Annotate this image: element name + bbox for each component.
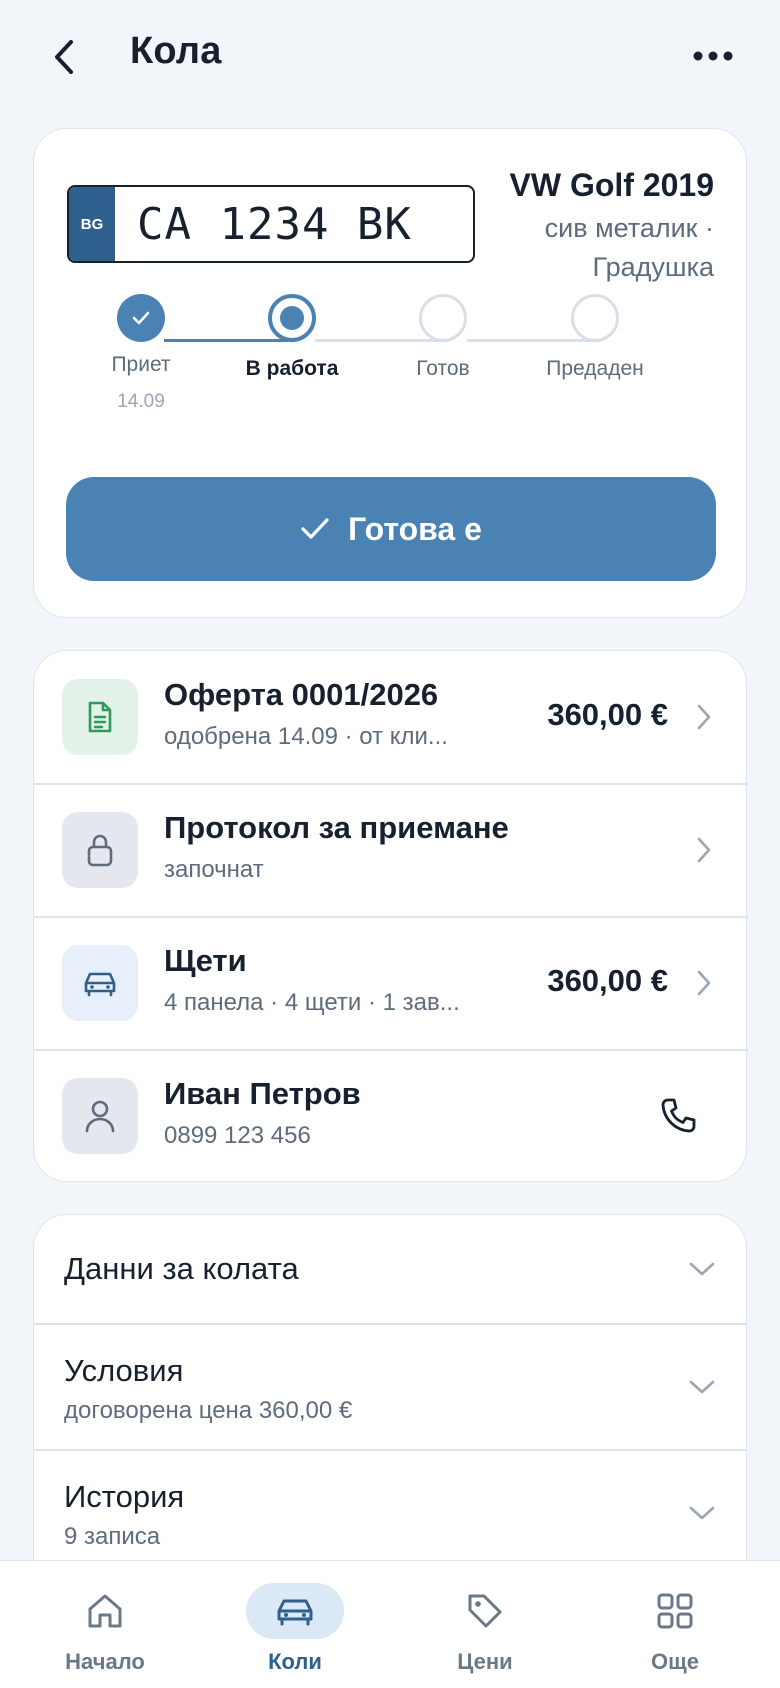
step-circle-pending [419, 294, 467, 342]
customer-phone: 0899 123 456 [164, 1122, 311, 1149]
details-list-card: Оферта 0001/2026 одобрена 14.09 · от кли… [33, 650, 748, 1182]
accordion-car-data[interactable]: Данни за колата [34, 1215, 746, 1323]
accordion-subtitle: договорена цена 360,00 € [64, 1397, 353, 1424]
chevron-right-icon [692, 701, 716, 733]
check-icon [301, 518, 329, 539]
customer-row[interactable]: Иван Петров 0899 123 456 [34, 1050, 748, 1182]
car-color-line: сив металик · [544, 213, 714, 243]
step-connector-pending [315, 339, 447, 342]
customer-icon-tile [62, 1078, 138, 1154]
damages-row[interactable]: Щети 4 панела · 4 щети · 1 зав... 360,00… [34, 917, 748, 1049]
mark-ready-label: Готова е [348, 510, 482, 547]
tab-label: Коли [268, 1649, 322, 1674]
chevron-right-icon [692, 834, 716, 866]
step-circle-done [117, 294, 165, 342]
damages-amount: 360,00 € [547, 963, 668, 998]
step-circle-current [268, 294, 316, 342]
protocol-subtitle: започнат [164, 856, 264, 883]
home-icon [88, 1594, 122, 1628]
plate-number: CA 1234 BK [137, 198, 412, 250]
accordion-card: Данни за колата Условия договорена цена … [33, 1214, 747, 1574]
document-icon [88, 701, 112, 733]
damages-icon-tile [62, 945, 138, 1021]
more-options-button[interactable] [688, 36, 738, 76]
car-icon [277, 1599, 313, 1626]
chevron-right-icon [692, 967, 716, 999]
step-circle-pending [571, 294, 619, 342]
car-details: сив металик · Градушка [454, 209, 714, 287]
offer-amount: 360,00 € [547, 697, 668, 732]
tab-prices[interactable]: Цени [390, 1561, 580, 1688]
accordion-terms[interactable]: Условия договорена цена 360,00 € [34, 1325, 746, 1449]
lock-icon [87, 834, 113, 867]
tab-icon-container [626, 1583, 724, 1639]
damages-subtitle: 4 панела · 4 щети · 1 зав... [164, 989, 460, 1016]
step-connector-done [164, 339, 295, 342]
tab-home[interactable]: Начало [10, 1561, 200, 1688]
step-date: 14.09 [117, 391, 165, 412]
accordion-title: Условия [64, 1353, 184, 1388]
intake-protocol-row[interactable]: Протокол за приемане започнат [34, 784, 748, 916]
license-plate: BG CA 1234 BK [67, 185, 475, 263]
tab-cars[interactable]: Коли [200, 1561, 390, 1688]
damages-title: Щети [164, 943, 247, 978]
tab-icon-container [436, 1583, 534, 1639]
tab-label: Цени [457, 1649, 513, 1674]
mark-ready-button[interactable]: Готова е [66, 477, 716, 581]
vehicle-status-card: BG CA 1234 BK VW Golf 2019 сив металик ·… [33, 128, 747, 618]
tab-icon-container [56, 1583, 154, 1639]
chevron-left-icon [55, 40, 73, 74]
chevron-down-icon [686, 1375, 718, 1399]
customer-name: Иван Петров [164, 1076, 361, 1111]
accordion-title: Данни за колата [64, 1251, 299, 1286]
accordion-history[interactable]: История 9 записа [34, 1451, 746, 1574]
car-icon [84, 972, 116, 997]
step-connector-pending [467, 339, 598, 342]
plate-country-code: BG [69, 187, 115, 261]
offer-subtitle: одобрена 14.09 · от кли... [164, 723, 448, 750]
check-icon [132, 311, 150, 325]
accordion-subtitle: 9 записа [64, 1523, 161, 1550]
more-horizontal-icon [693, 51, 733, 61]
bottom-tab-bar: Начало Коли Цени Още [0, 1560, 780, 1688]
call-button[interactable] [656, 1094, 700, 1138]
protocol-title: Протокол за приемане [164, 810, 509, 845]
step-label: Предаден [546, 357, 644, 380]
tab-label: Още [651, 1649, 699, 1674]
accordion-title: История [64, 1479, 185, 1514]
tab-more[interactable]: Още [580, 1561, 770, 1688]
protocol-icon-tile [62, 812, 138, 888]
page-title: Кола [130, 30, 222, 72]
back-button[interactable] [44, 34, 84, 80]
app-header: Кола [0, 0, 780, 118]
user-icon [85, 1100, 115, 1133]
offer-title: Оферта 0001/2026 [164, 677, 439, 712]
phone-icon [661, 1098, 696, 1133]
chevron-down-icon [686, 1501, 718, 1525]
offer-icon-tile [62, 679, 138, 755]
offer-row[interactable]: Оферта 0001/2026 одобрена 14.09 · от кли… [34, 651, 748, 783]
chevron-down-icon [686, 1257, 718, 1281]
car-model: VW Golf 2019 [509, 167, 715, 203]
tab-icon-container [246, 1583, 344, 1639]
grid-icon [657, 1593, 693, 1629]
tag-icon [468, 1594, 502, 1628]
car-damage-type: Градушка [592, 252, 714, 282]
tab-label: Начало [65, 1649, 145, 1674]
